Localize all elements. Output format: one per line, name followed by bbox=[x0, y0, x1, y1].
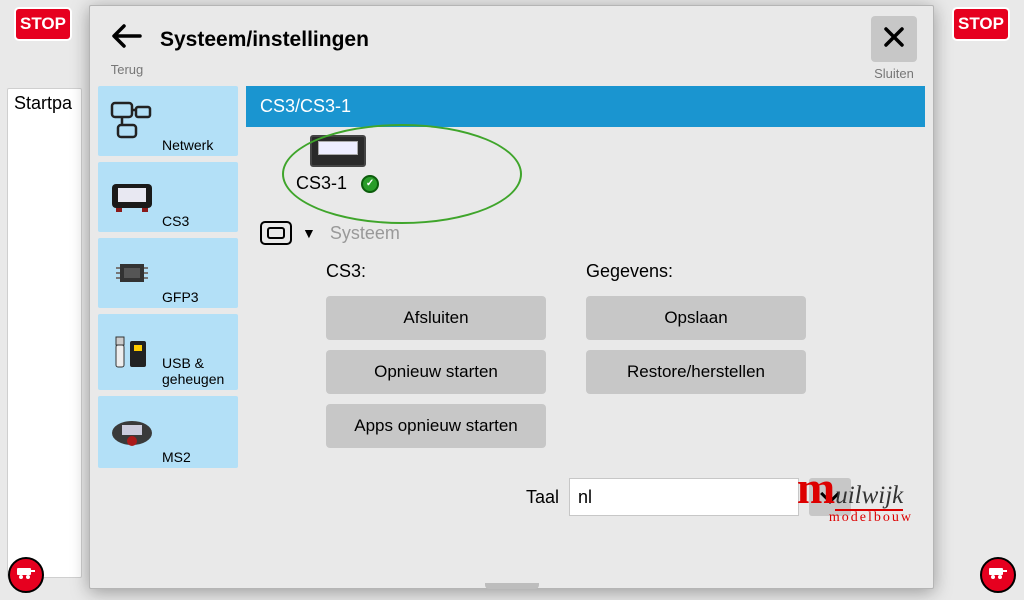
controller-icon bbox=[110, 412, 154, 452]
system-section-header[interactable]: ▼ Systeem bbox=[246, 217, 925, 251]
stop-button-left[interactable]: STOP bbox=[14, 7, 72, 41]
device-icon bbox=[310, 135, 366, 167]
device-block[interactable]: CS3-1 ✓ bbox=[296, 135, 379, 194]
content-scroll[interactable]: CS3: Afsluiten Opnieuw starten Apps opni… bbox=[246, 251, 925, 580]
back-button[interactable] bbox=[106, 18, 148, 60]
arrow-left-icon bbox=[112, 22, 142, 56]
sidebar-item-network[interactable]: Netwerk bbox=[98, 86, 238, 156]
start-page-tab[interactable]: Startpa bbox=[7, 88, 82, 578]
close-label: Sluiten bbox=[874, 66, 914, 81]
system-icon bbox=[260, 221, 292, 245]
close-button[interactable] bbox=[871, 16, 917, 62]
chip-icon bbox=[110, 253, 154, 293]
dialog-header: Terug Systeem/instellingen Sluiten bbox=[90, 6, 933, 84]
sidebar-item-gfp3[interactable]: GFP3 bbox=[98, 238, 238, 308]
language-label: Taal bbox=[526, 487, 559, 508]
drag-handle[interactable] bbox=[485, 583, 539, 589]
close-button-wrap: Sluiten bbox=[871, 16, 917, 81]
restart-button[interactable]: Opnieuw starten bbox=[326, 350, 546, 394]
loco-icon bbox=[16, 566, 36, 585]
data-column: Gegevens: Opslaan Restore/herstellen bbox=[586, 261, 806, 394]
shutdown-button[interactable]: Afsluiten bbox=[326, 296, 546, 340]
chevron-down-icon: ▼ bbox=[302, 225, 316, 241]
device-icon bbox=[110, 177, 154, 217]
button-columns: CS3: Afsluiten Opnieuw starten Apps opni… bbox=[326, 261, 905, 448]
network-icon bbox=[110, 101, 154, 141]
back-button-wrap: Terug bbox=[106, 18, 148, 77]
apps-restart-button[interactable]: Apps opnieuw starten bbox=[326, 404, 546, 448]
section-label: Systeem bbox=[330, 223, 400, 244]
restore-button[interactable]: Restore/herstellen bbox=[586, 350, 806, 394]
brand-sub: modelbouw bbox=[829, 510, 913, 526]
settings-dialog: Terug Systeem/instellingen Sluiten bbox=[89, 5, 934, 589]
brand-watermark: muilwijk modelbouw bbox=[797, 461, 913, 526]
cs3-column: CS3: Afsluiten Opnieuw starten Apps opni… bbox=[326, 261, 546, 448]
save-button[interactable]: Opslaan bbox=[586, 296, 806, 340]
loco-button-right[interactable] bbox=[980, 557, 1016, 593]
back-label: Terug bbox=[111, 62, 144, 77]
main-panel: CS3/CS3-1 CS3-1 ✓ ▼ Systeem bbox=[246, 86, 925, 580]
data-column-head: Gegevens: bbox=[586, 261, 806, 286]
sidebar-item-label: MS2 bbox=[98, 450, 195, 468]
loco-button-left[interactable] bbox=[8, 557, 44, 593]
loco-icon bbox=[988, 566, 1008, 585]
brand-rest: uilwijk bbox=[835, 482, 903, 511]
usb-icon bbox=[110, 332, 154, 372]
device-area: CS3-1 ✓ bbox=[246, 127, 925, 217]
sidebar-item-cs3[interactable]: CS3 bbox=[98, 162, 238, 232]
sidebar: Netwerk CS3 GFP3 bbox=[98, 86, 238, 580]
panel-title: CS3/CS3-1 bbox=[246, 86, 925, 127]
status-ok-icon: ✓ bbox=[361, 175, 379, 193]
cs3-column-head: CS3: bbox=[326, 261, 546, 286]
language-input[interactable] bbox=[569, 478, 799, 516]
brand-m: m bbox=[797, 462, 835, 513]
device-name: CS3-1 bbox=[296, 173, 347, 194]
app-root: STOP STOP Startpa Terug Systeem/instelli… bbox=[0, 0, 1024, 600]
sidebar-item-ms2[interactable]: MS2 bbox=[98, 396, 238, 468]
sidebar-item-usb[interactable]: USB & geheugen bbox=[98, 314, 238, 390]
dialog-title: Systeem/instellingen bbox=[160, 28, 369, 52]
dialog-body: Netwerk CS3 GFP3 bbox=[90, 84, 933, 588]
close-icon bbox=[883, 24, 905, 55]
stop-button-right[interactable]: STOP bbox=[952, 7, 1010, 41]
